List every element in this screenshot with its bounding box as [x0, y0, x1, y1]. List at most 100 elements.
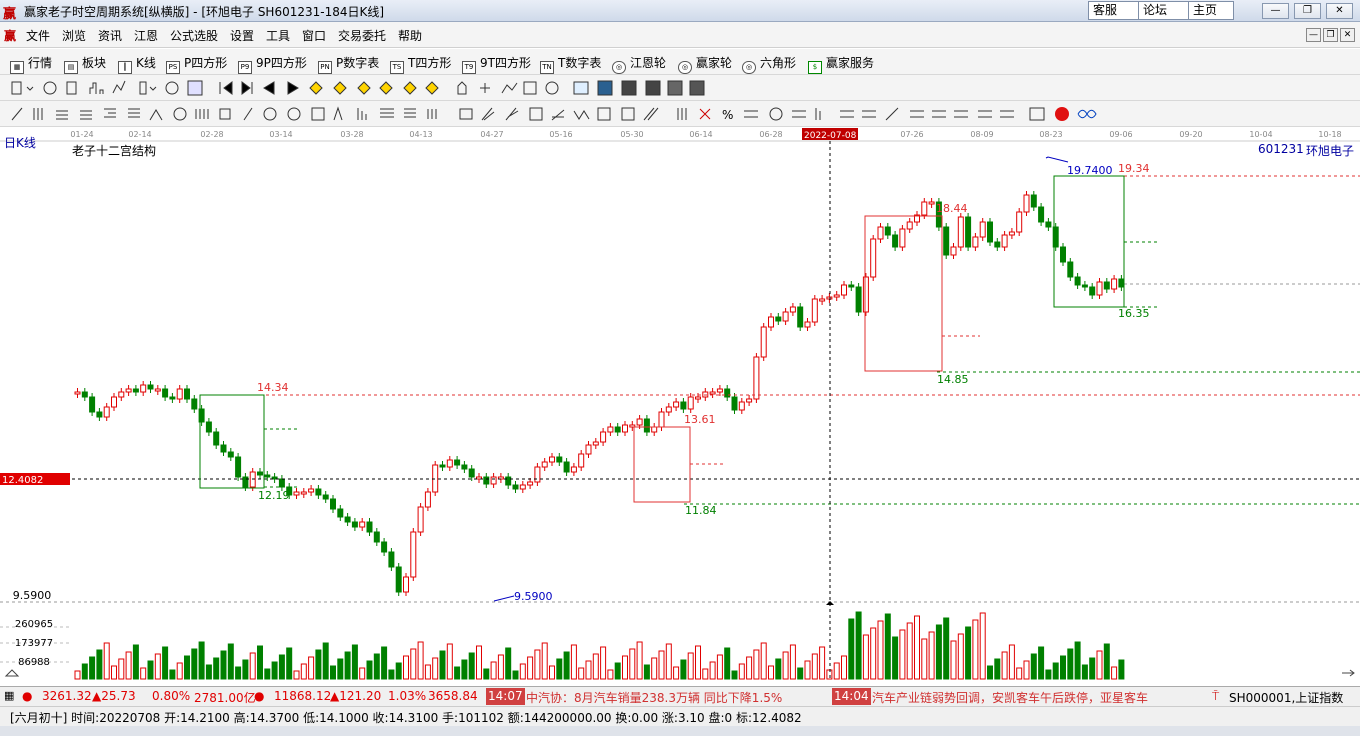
toolbar-service-button[interactable]: $ 赢家服务 — [808, 54, 874, 74]
home-link[interactable]: 主页 — [1188, 1, 1234, 20]
candle — [673, 401, 680, 408]
main-toolbar: ▦ 行情 ▤ 板块 ┃ K线 PS P四方形 P9 9P四方形 PN P数字表 TS T四方形… — [0, 49, 1360, 75]
candle — [439, 464, 446, 468]
volume-bar — [731, 670, 738, 680]
volume-bar — [125, 651, 132, 680]
antenna-icon: ⍑ — [1212, 689, 1220, 703]
index-code[interactable]: SH000001,上证指数 — [1229, 689, 1343, 706]
volume-bar — [1030, 653, 1037, 680]
candle — [344, 516, 351, 523]
taskbar-strip — [0, 726, 1360, 736]
candle — [118, 391, 125, 398]
menu-window[interactable]: 窗口 — [302, 27, 326, 44]
candle — [322, 494, 329, 500]
volume-bar — [979, 612, 986, 680]
market-status-bar: ▦ ● 3261.32 ▲25.73 0.80% 2781.00亿 ● 1186… — [0, 686, 1360, 706]
volume-axis-label-1: 260965 — [15, 619, 53, 630]
volume-bar — [461, 659, 468, 680]
candle — [892, 234, 899, 248]
volume-bar — [490, 661, 497, 680]
menu-file[interactable]: 文件 — [26, 27, 50, 44]
volume-bar — [1045, 669, 1052, 680]
candle — [592, 441, 599, 446]
candle — [768, 316, 774, 328]
candle — [483, 476, 490, 485]
toolbar-hexagon-button[interactable]: ◎ 六角形 — [742, 54, 796, 74]
news1-text[interactable]: 中汽协：8月汽车销量238.3万辆 同比下降1.5% — [526, 689, 782, 706]
grid-icon[interactable]: ▦ — [4, 689, 14, 702]
maximize-button[interactable]: ❐ — [1294, 3, 1321, 19]
dollar-icon: $ — [808, 61, 822, 74]
volume-bar — [841, 655, 847, 680]
candle — [921, 201, 928, 216]
toolbar-winner-wheel-button[interactable]: ◎ 赢家轮 — [678, 54, 732, 74]
volume-bar — [527, 656, 534, 680]
candle — [753, 356, 760, 400]
volume-bar — [220, 650, 227, 680]
volume-bar — [89, 656, 96, 680]
volume-bar — [476, 645, 482, 680]
label-14-85: 14.85 — [937, 373, 969, 386]
sh-index-value: 3261.32 — [42, 689, 92, 703]
mdi-restore-button[interactable]: ❐ — [1323, 28, 1338, 42]
candle — [943, 226, 950, 256]
volume-bar — [877, 620, 884, 680]
toolbar-t-table-button[interactable]: TN T数字表 — [540, 54, 601, 74]
volume-bar — [432, 657, 439, 680]
kline-chart[interactable]: 01-24 02-14 02-28 03-14 03-28 04-13 04-27 05-16… — [0, 127, 1360, 686]
candle — [147, 384, 154, 390]
mdi-minimize-button[interactable]: — — [1306, 28, 1321, 42]
menu-trade[interactable]: 交易委托 — [338, 27, 386, 44]
volume-bar — [1060, 655, 1066, 680]
volume-bar — [1001, 651, 1008, 680]
date-tick-label: 02-14 — [128, 130, 151, 139]
toolbar-kline-button[interactable]: ┃ K线 — [118, 54, 156, 74]
volume-bar — [563, 651, 570, 680]
candle — [833, 294, 840, 298]
drawing-toolbar: % — [0, 101, 1360, 127]
toolbar-sector-button[interactable]: ▤ 板块 — [64, 54, 106, 74]
volume-bar — [162, 646, 169, 680]
toolbar-9t-square-button[interactable]: T9 9T四方形 — [462, 54, 531, 74]
menu-formula[interactable]: 公式选股 — [170, 27, 218, 44]
volume-bar — [351, 644, 358, 680]
volume-bar — [629, 648, 636, 680]
volume-bar — [862, 634, 869, 680]
toolbar-p-table-button[interactable]: PN P数字表 — [318, 54, 379, 74]
volume-bar — [884, 613, 891, 680]
candle — [96, 411, 103, 418]
candle — [665, 406, 672, 413]
volume-bar — [578, 667, 585, 680]
menu-browse[interactable]: 浏览 — [62, 27, 86, 44]
label-18-44: 18.44 — [936, 202, 968, 215]
volume-bar — [928, 631, 935, 680]
menu-gann[interactable]: 江恩 — [134, 27, 158, 44]
toolbar-t-square-button[interactable]: TS T四方形 — [390, 54, 451, 74]
candle — [804, 321, 811, 328]
volume-bar — [914, 615, 920, 680]
minimize-button[interactable]: — — [1262, 3, 1289, 19]
close-button[interactable]: ✕ — [1326, 3, 1353, 19]
toolbar-quotes-button[interactable]: ▦ 行情 — [10, 54, 52, 74]
toolbar-9p-square-button[interactable]: P9 9P四方形 — [238, 54, 307, 74]
menu-settings[interactable]: 设置 — [230, 27, 254, 44]
toolbar-label: K线 — [136, 56, 156, 70]
volume-bar — [746, 656, 753, 680]
candle — [184, 388, 190, 400]
menu-tools[interactable]: 工具 — [266, 27, 290, 44]
candle — [789, 306, 796, 313]
menu-info[interactable]: 资讯 — [98, 27, 122, 44]
candle — [1001, 234, 1008, 248]
toolbar-label: 9T四方形 — [480, 56, 531, 70]
mdi-close-button[interactable]: ✕ — [1340, 28, 1355, 42]
menu-help[interactable]: 帮助 — [398, 27, 422, 44]
news2-text[interactable]: 汽车产业链弱势回调，安凯客车午后跌停，亚星客车 — [872, 689, 1204, 706]
sh-index-change: ▲25.73 — [92, 689, 136, 703]
toolbar-p-square-button[interactable]: PS P四方形 — [166, 54, 227, 74]
candle — [797, 306, 804, 328]
volume-bar — [278, 654, 285, 680]
toolbar-gann-wheel-button[interactable]: ◎ 江恩轮 — [612, 54, 666, 74]
volume-bar — [906, 622, 913, 680]
sz-index-pct: 1.03% — [388, 689, 427, 703]
sh-index-icon: ● — [22, 689, 33, 703]
